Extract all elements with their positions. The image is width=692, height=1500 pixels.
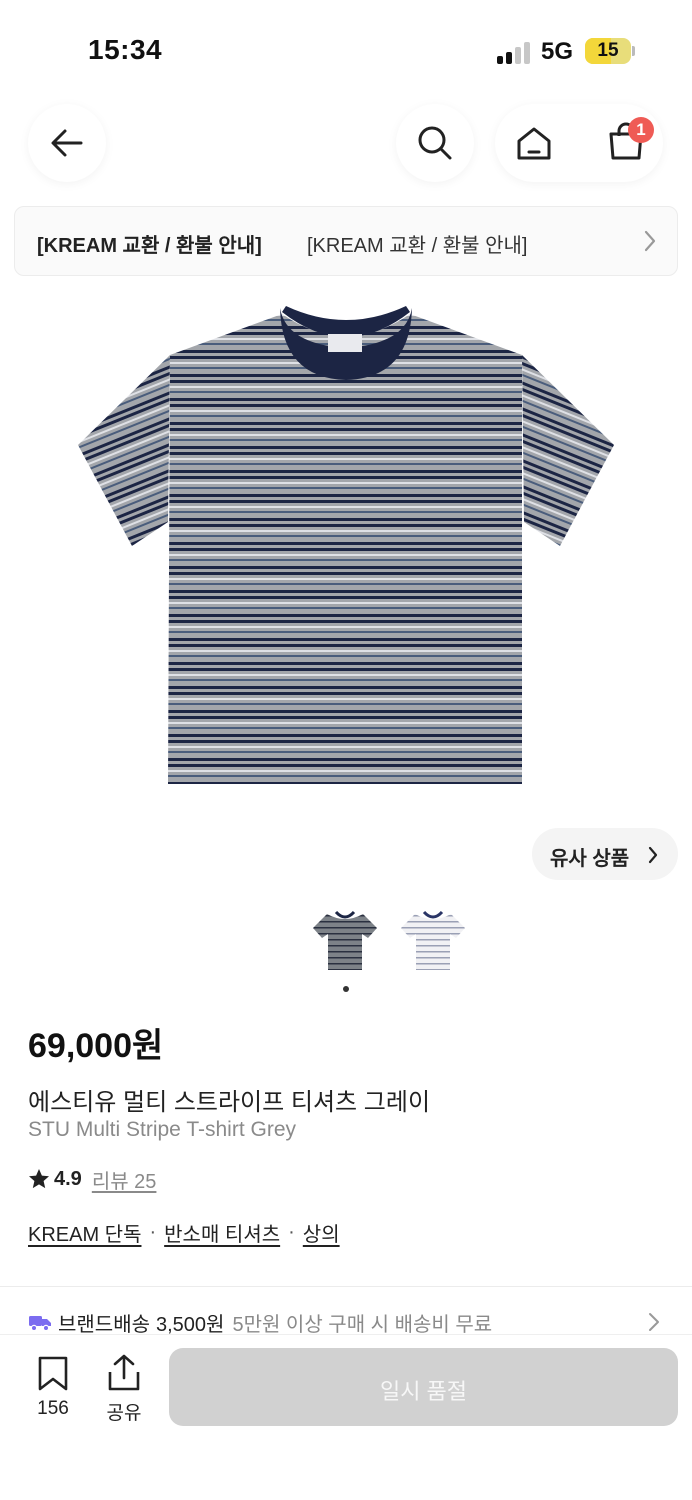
notice-title: [KREAM 교환 / 환불 안내] <box>37 235 262 257</box>
product-name-english: STU Multi Stripe T-shirt Grey <box>28 1118 296 1141</box>
network-type: 5G <box>541 38 574 65</box>
exchange-refund-notice[interactable]: [KREAM 교환 / 환불 안내] [KREAM 교환 / 환불 안내] <box>14 206 678 276</box>
similar-products-button[interactable]: 유사 상품 <box>532 828 678 880</box>
product-main-image[interactable] <box>70 300 622 790</box>
category-link-kream-exclusive[interactable]: KREAM 단독 <box>28 1218 141 1247</box>
truck-icon <box>29 1316 51 1332</box>
arrow-left-icon <box>51 129 83 157</box>
chevron-right-icon <box>644 230 656 252</box>
star-icon <box>29 1169 49 1189</box>
t-shirt-thumbnail-icon <box>401 910 465 970</box>
category-link-short-sleeve[interactable]: 반소매 티셔츠 <box>164 1218 280 1247</box>
carousel-indicator-dot <box>343 986 349 992</box>
product-name-korean: 에스티유 멀티 스트라이프 티셔츠 그레이 <box>28 1089 431 1116</box>
shipping-label: 브랜드배송 <box>58 1313 150 1336</box>
battery-tip <box>632 46 635 56</box>
shipping-note: 5만원 이상 구매 시 배송비 무료 <box>232 1313 493 1336</box>
bookmark-count: 156 <box>37 1398 69 1419</box>
sold-out-button[interactable]: 일시 품절 <box>169 1348 678 1426</box>
thumbnail-white[interactable] <box>398 908 468 974</box>
t-shirt-thumbnail-icon <box>313 910 377 970</box>
back-button[interactable] <box>28 104 106 182</box>
battery-icon: 15 <box>585 38 631 64</box>
review-link[interactable]: 리뷰 25 <box>92 1165 157 1194</box>
thumbnail-grey[interactable] <box>310 908 380 974</box>
sold-out-label: 일시 품절 <box>379 1379 468 1404</box>
rating-score: 4.9 <box>54 1167 82 1190</box>
category-separator: · <box>149 1221 157 1243</box>
cart-badge: 1 <box>628 117 654 143</box>
chevron-right-icon <box>648 846 658 864</box>
search-icon <box>418 126 452 160</box>
rating-summary: 4.9 리뷰 25 <box>28 1164 156 1194</box>
battery-level: 15 <box>597 40 619 61</box>
similar-products-label: 유사 상품 <box>550 848 630 870</box>
bookmark-button[interactable]: 156 <box>22 1354 84 1424</box>
chevron-right-icon <box>649 1313 659 1331</box>
home-icon[interactable] <box>515 124 553 162</box>
striped-t-shirt-image <box>78 306 614 784</box>
notice-text: [KREAM 교환 / 환불 안내] <box>307 235 528 257</box>
section-divider <box>0 1286 692 1287</box>
signal-icon <box>497 40 533 64</box>
share-button[interactable]: 공유 <box>94 1354 154 1424</box>
search-button[interactable] <box>396 104 474 182</box>
share-icon <box>108 1354 140 1391</box>
share-label: 공유 <box>106 1403 142 1424</box>
shipping-info[interactable]: 브랜드배송 3,500원 5만원 이상 구매 시 배송비 무료 <box>28 1308 492 1336</box>
status-time: 15:34 <box>88 34 163 65</box>
shipping-fee: 3,500원 <box>156 1313 225 1336</box>
category-separator: · <box>288 1221 295 1243</box>
category-breadcrumb: KREAM 단독 · 반소매 티셔츠 · 상의 <box>28 1218 340 1247</box>
status-bar: 15:34 5G 15 <box>0 0 692 100</box>
bookmark-icon <box>38 1356 68 1391</box>
product-price: 69,000원 <box>28 1027 164 1065</box>
nav-action-group <box>495 104 663 182</box>
category-link-tops[interactable]: 상의 <box>303 1218 340 1247</box>
